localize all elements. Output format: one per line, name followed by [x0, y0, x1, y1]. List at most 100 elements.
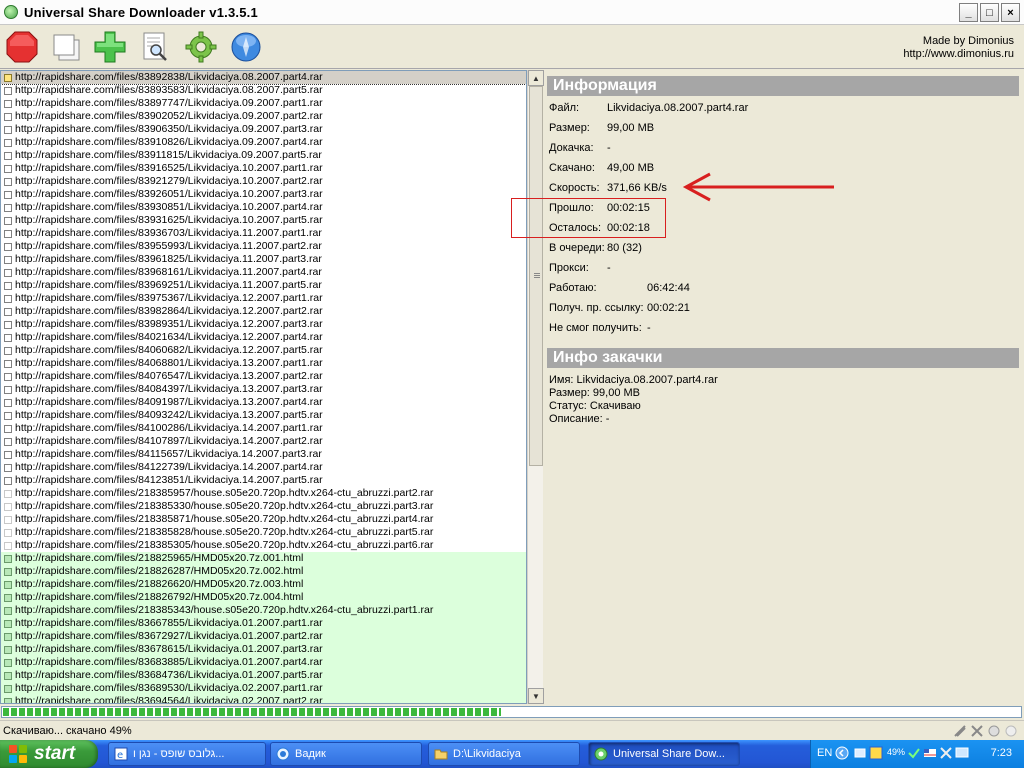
row-checkbox[interactable] [4, 164, 12, 173]
row-checkbox[interactable] [4, 450, 12, 459]
task-messenger[interactable]: Вадик [270, 742, 422, 766]
list-item[interactable]: http://rapidshare.com/files/83916525/Lik… [1, 162, 526, 175]
row-checkbox[interactable] [4, 411, 12, 420]
list-item[interactable]: http://rapidshare.com/files/83897747/Lik… [1, 97, 526, 110]
row-checkbox[interactable] [4, 203, 12, 212]
list-item[interactable]: http://rapidshare.com/files/83911815/Lik… [1, 149, 526, 162]
row-checkbox[interactable] [4, 437, 12, 446]
row-checkbox[interactable] [4, 320, 12, 329]
row-checkbox[interactable] [4, 619, 12, 628]
row-checkbox[interactable] [4, 73, 12, 82]
tray-shield-icon[interactable] [869, 746, 883, 760]
list-item[interactable]: http://rapidshare.com/files/83667855/Lik… [1, 617, 526, 630]
row-checkbox[interactable] [4, 515, 12, 524]
list-item[interactable]: http://rapidshare.com/files/84100286/Lik… [1, 422, 526, 435]
list-item[interactable]: http://rapidshare.com/files/84021634/Lik… [1, 331, 526, 344]
row-checkbox[interactable] [4, 567, 12, 576]
list-item[interactable]: http://rapidshare.com/files/218385330/ho… [1, 500, 526, 513]
row-checkbox[interactable] [4, 476, 12, 485]
row-checkbox[interactable] [4, 190, 12, 199]
url-list[interactable]: http://rapidshare.com/files/83892838/Lik… [0, 70, 527, 704]
list-item[interactable]: http://rapidshare.com/files/218385957/ho… [1, 487, 526, 500]
add-button[interactable] [92, 29, 128, 65]
list-item[interactable]: http://rapidshare.com/files/218826287/HM… [1, 565, 526, 578]
list-item[interactable]: http://rapidshare.com/files/83694564/Lik… [1, 695, 526, 703]
row-checkbox[interactable] [4, 502, 12, 511]
row-checkbox[interactable] [4, 138, 12, 147]
list-item[interactable]: http://rapidshare.com/files/218826792/HM… [1, 591, 526, 604]
list-item[interactable]: http://rapidshare.com/files/84122739/Lik… [1, 461, 526, 474]
list-item[interactable]: http://rapidshare.com/files/84076547/Lik… [1, 370, 526, 383]
list-item[interactable]: http://rapidshare.com/files/83902052/Lik… [1, 110, 526, 123]
row-checkbox[interactable] [4, 255, 12, 264]
tray-back-icon[interactable] [835, 746, 849, 760]
list-item[interactable]: http://rapidshare.com/files/84068801/Lik… [1, 357, 526, 370]
row-checkbox[interactable] [4, 294, 12, 303]
row-checkbox[interactable] [4, 177, 12, 186]
list-item[interactable]: http://rapidshare.com/files/83926051/Lik… [1, 188, 526, 201]
scroll-down-button[interactable]: ▼ [528, 688, 544, 704]
row-checkbox[interactable] [4, 554, 12, 563]
list-item[interactable]: http://rapidshare.com/files/84107897/Lik… [1, 435, 526, 448]
row-checkbox[interactable] [4, 580, 12, 589]
task-usd[interactable]: Universal Share Dow... [588, 742, 740, 766]
list-item[interactable]: http://rapidshare.com/files/83906350/Lik… [1, 123, 526, 136]
scroll-up-button[interactable]: ▲ [528, 70, 544, 86]
list-item[interactable]: http://rapidshare.com/files/83930851/Lik… [1, 201, 526, 214]
close-button[interactable]: × [1001, 3, 1020, 22]
list-item[interactable]: http://rapidshare.com/files/84060682/Lik… [1, 344, 526, 357]
list-item[interactable]: http://rapidshare.com/files/83678615/Lik… [1, 643, 526, 656]
row-checkbox[interactable] [4, 463, 12, 472]
row-checkbox[interactable] [4, 658, 12, 667]
list-item[interactable]: http://rapidshare.com/files/84115657/Lik… [1, 448, 526, 461]
row-checkbox[interactable] [4, 281, 12, 290]
credits-url[interactable]: http://www.dimonius.ru [903, 48, 1014, 61]
row-checkbox[interactable] [4, 99, 12, 108]
row-checkbox[interactable] [4, 398, 12, 407]
row-checkbox[interactable] [4, 385, 12, 394]
list-item[interactable]: http://rapidshare.com/files/83969251/Lik… [1, 279, 526, 292]
list-item[interactable]: http://rapidshare.com/files/83893583/Lik… [1, 84, 526, 97]
row-checkbox[interactable] [4, 489, 12, 498]
list-item[interactable]: http://rapidshare.com/files/218825965/HM… [1, 552, 526, 565]
list-item[interactable]: http://rapidshare.com/files/84091987/Lik… [1, 396, 526, 409]
minimize-button[interactable]: _ [959, 3, 978, 22]
row-checkbox[interactable] [4, 372, 12, 381]
list-item[interactable]: http://rapidshare.com/files/83975367/Lik… [1, 292, 526, 305]
list-item[interactable]: http://rapidshare.com/files/83672927/Lik… [1, 630, 526, 643]
language-indicator[interactable]: EN [817, 747, 832, 759]
row-checkbox[interactable] [4, 86, 12, 95]
title-bar[interactable]: Universal Share Downloader v1.3.5.1 _ □ … [0, 0, 1024, 25]
row-checkbox[interactable] [4, 697, 12, 703]
maximize-button[interactable]: □ [980, 3, 999, 22]
tray-check-icon[interactable] [907, 746, 921, 760]
row-checkbox[interactable] [4, 606, 12, 615]
row-checkbox[interactable] [4, 645, 12, 654]
row-checkbox[interactable] [4, 268, 12, 277]
list-item[interactable]: http://rapidshare.com/files/83892838/Lik… [1, 71, 526, 85]
list-item[interactable]: http://rapidshare.com/files/83931625/Lik… [1, 214, 526, 227]
row-checkbox[interactable] [4, 346, 12, 355]
list-item[interactable]: http://rapidshare.com/files/83961825/Lik… [1, 253, 526, 266]
row-checkbox[interactable] [4, 229, 12, 238]
url-list-scrollbar[interactable]: ▲ ▼ [527, 70, 544, 704]
row-checkbox[interactable] [4, 424, 12, 433]
row-checkbox[interactable] [4, 359, 12, 368]
task-browser[interactable]: e גלובס שופס - נגן ו... [108, 742, 266, 766]
start-button[interactable]: start [0, 740, 98, 768]
list-item[interactable]: http://rapidshare.com/files/83921279/Lik… [1, 175, 526, 188]
settings-button[interactable] [183, 29, 219, 65]
scroll-thumb[interactable] [529, 86, 543, 466]
row-checkbox[interactable] [4, 307, 12, 316]
list-item[interactable]: http://rapidshare.com/files/218826620/HM… [1, 578, 526, 591]
list-item[interactable]: http://rapidshare.com/files/83910826/Lik… [1, 136, 526, 149]
list-item[interactable]: http://rapidshare.com/files/218385828/ho… [1, 526, 526, 539]
list-item[interactable]: http://rapidshare.com/files/84093242/Lik… [1, 409, 526, 422]
tray-network-icon[interactable] [853, 746, 867, 760]
list-item[interactable]: http://rapidshare.com/files/83982864/Lik… [1, 305, 526, 318]
tray-tools-icon[interactable] [939, 746, 953, 760]
pause-button[interactable] [48, 29, 84, 65]
list-item[interactable]: http://rapidshare.com/files/84123851/Lik… [1, 474, 526, 487]
stop-button[interactable] [4, 29, 40, 65]
list-item[interactable]: http://rapidshare.com/files/83968161/Lik… [1, 266, 526, 279]
